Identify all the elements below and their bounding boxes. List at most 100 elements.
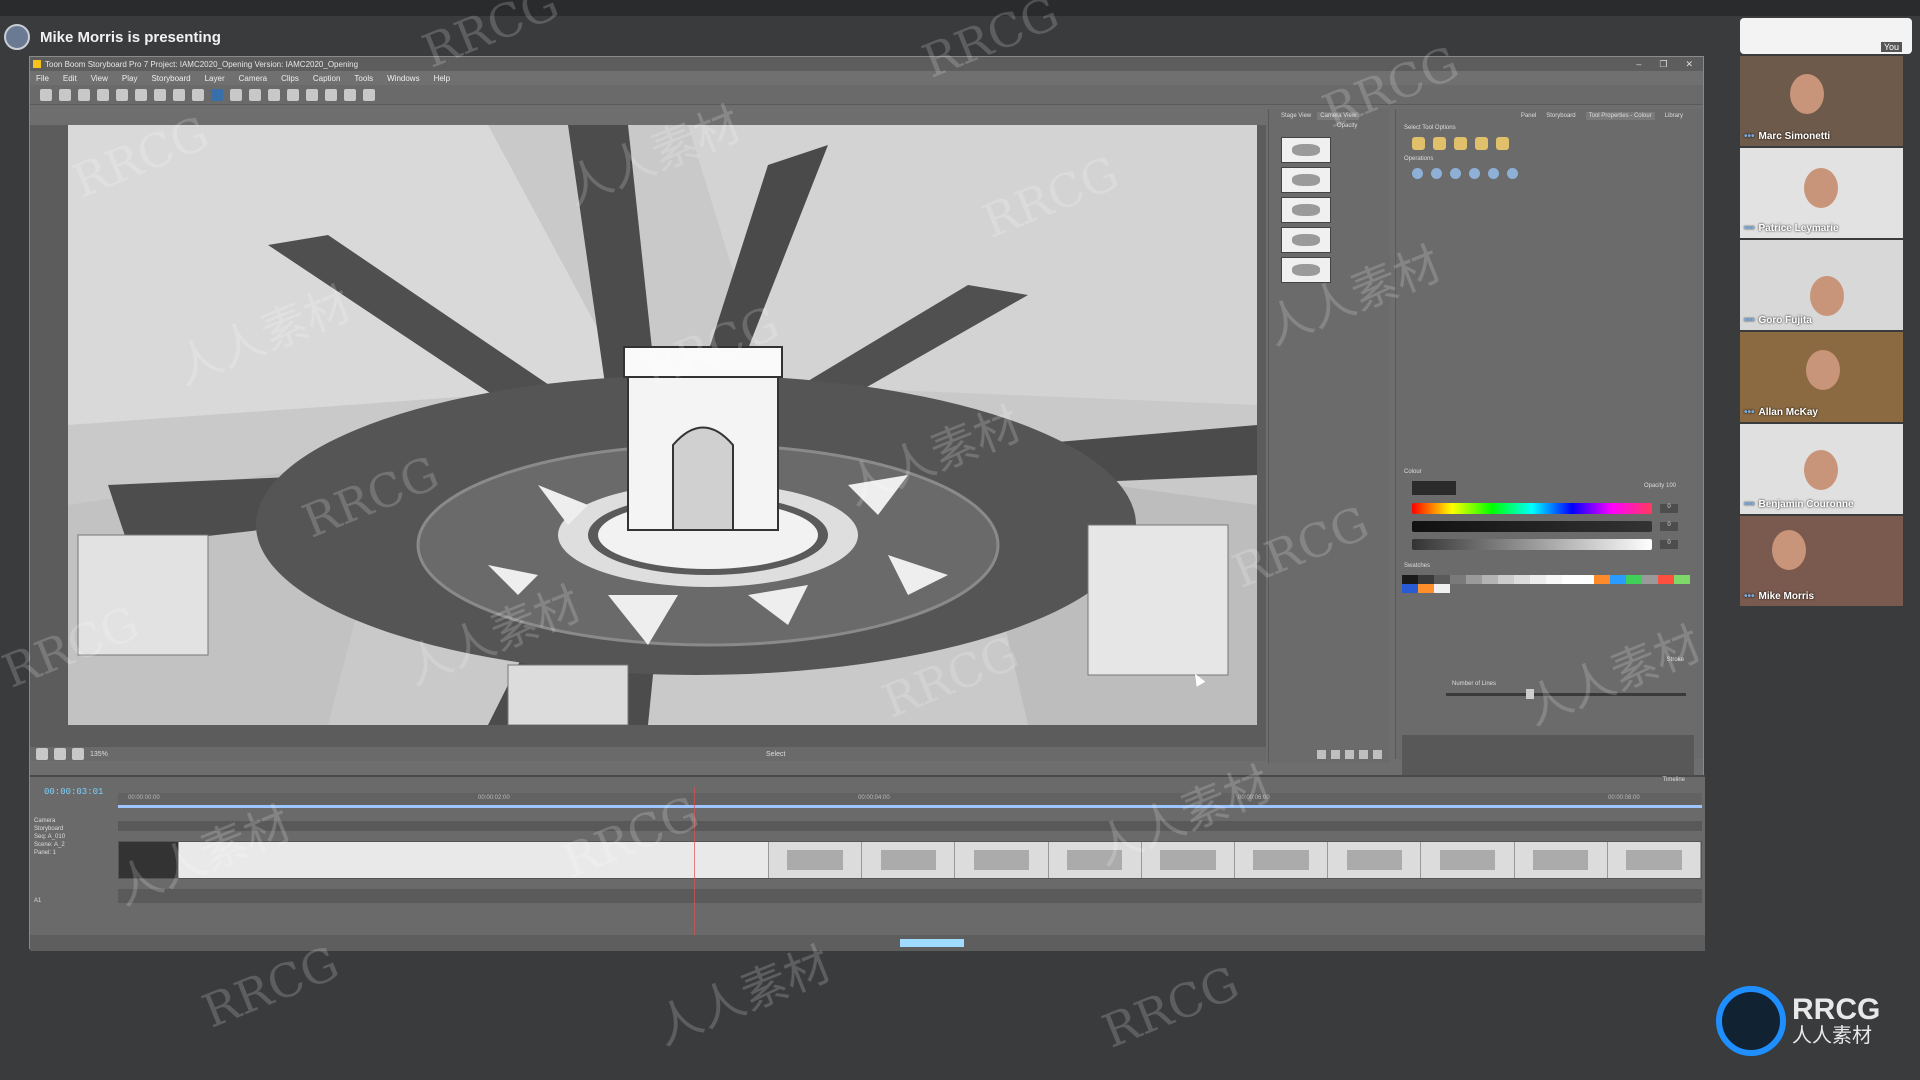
participant-tile[interactable]: ••• Marc Simonetti xyxy=(1740,56,1903,146)
participant-tile[interactable]: ••• Patrice Leymarie xyxy=(1740,148,1903,238)
colour-swatch[interactable] xyxy=(1418,575,1434,584)
storyboard-track[interactable] xyxy=(118,841,1702,879)
menu-layer[interactable]: Layer xyxy=(205,74,225,83)
snap-icon[interactable] xyxy=(1454,137,1467,150)
storyboard-panel[interactable] xyxy=(1235,842,1329,878)
timeline-ruler[interactable]: 00:00:00:00 00:00:02:00 00:00:04:00 00:0… xyxy=(118,793,1702,805)
colour-swatch[interactable] xyxy=(1482,575,1498,584)
slider-knob[interactable] xyxy=(1526,689,1534,699)
participant-tile[interactable]: ••• Benjamin Couronne xyxy=(1740,424,1903,514)
storyboard-panel[interactable] xyxy=(955,842,1049,878)
hue-slider[interactable] xyxy=(1412,503,1652,514)
colour-swatch[interactable] xyxy=(1530,575,1546,584)
participant-tile[interactable]: ••• Allan McKay xyxy=(1740,332,1903,422)
colour-swatch[interactable] xyxy=(1562,575,1578,584)
participant-tile[interactable]: ••• Goro Fujita xyxy=(1740,240,1903,330)
layer-thumbnail[interactable] xyxy=(1281,257,1331,283)
panel-view-icon[interactable] xyxy=(287,88,299,101)
hue-value[interactable]: 0 xyxy=(1660,504,1678,513)
storyboard-panel[interactable] xyxy=(1607,842,1702,878)
saturation-value[interactable]: 0 xyxy=(1660,522,1678,531)
colour-swatch[interactable] xyxy=(1658,575,1674,584)
participant-tile[interactable]: ••• Mike Morris xyxy=(1740,516,1903,606)
more-options-icon[interactable]: ••• xyxy=(1744,131,1755,142)
marquee-icon[interactable] xyxy=(1433,137,1446,150)
layer-thumbnail[interactable] xyxy=(1281,137,1331,163)
colour-swatch[interactable] xyxy=(1418,584,1434,593)
transform-icon[interactable] xyxy=(116,88,128,101)
menu-windows[interactable]: Windows xyxy=(387,74,419,83)
colour-swatch[interactable] xyxy=(1498,575,1514,584)
current-colour-swatch[interactable] xyxy=(1412,481,1456,495)
menu-storyboard[interactable]: Storyboard xyxy=(151,74,190,83)
saturation-slider[interactable] xyxy=(1412,521,1652,532)
stroke-tab[interactable]: Stroke xyxy=(1396,655,1704,665)
select-all-icon[interactable] xyxy=(1475,137,1488,150)
menu-tools[interactable]: Tools xyxy=(354,74,373,83)
colour-swatch[interactable] xyxy=(1610,575,1626,584)
rotate-cw-icon[interactable] xyxy=(1450,168,1461,179)
close-button[interactable]: ✕ xyxy=(1685,59,1693,70)
storyboard-panel[interactable] xyxy=(1141,842,1236,878)
minimize-button[interactable]: – xyxy=(1636,59,1641,70)
camera-track[interactable] xyxy=(118,821,1702,831)
colour-swatch[interactable] xyxy=(1594,575,1610,584)
colour-swatch[interactable] xyxy=(1578,575,1594,584)
brush-tool-icon[interactable] xyxy=(211,88,223,101)
stage-view[interactable] xyxy=(30,125,1266,747)
more-options-icon[interactable]: ••• xyxy=(1744,315,1755,326)
more-options-icon[interactable]: ••• xyxy=(1744,223,1755,234)
storyboard-panel[interactable] xyxy=(1421,842,1515,878)
tab-tool-properties[interactable]: Tool Properties - Colour xyxy=(1585,112,1655,120)
colour-swatch[interactable] xyxy=(1434,584,1450,593)
tab-panel[interactable]: Panel xyxy=(1521,113,1536,119)
group-layer-icon[interactable] xyxy=(1345,750,1354,759)
colour-swatch[interactable] xyxy=(1626,575,1642,584)
flip-vertical-icon[interactable] xyxy=(1431,168,1442,179)
stage-view-icon[interactable] xyxy=(306,88,318,101)
tab-storyboard[interactable]: Storyboard xyxy=(1546,113,1575,119)
colour-swatch[interactable] xyxy=(1402,575,1418,584)
tab-library[interactable]: Library xyxy=(1665,113,1683,119)
menu-caption[interactable]: Caption xyxy=(313,74,341,83)
colour-swatch[interactable] xyxy=(1546,575,1562,584)
camera-view-icon[interactable] xyxy=(325,88,337,101)
camera-tool-icon[interactable] xyxy=(154,88,166,101)
more-options-icon[interactable]: ••• xyxy=(1744,499,1755,510)
menu-camera[interactable]: Camera xyxy=(239,74,267,83)
export-icon[interactable] xyxy=(97,88,109,101)
colour-swatch[interactable] xyxy=(1402,584,1418,593)
menu-clips[interactable]: Clips xyxy=(281,74,299,83)
more-options-icon[interactable]: ••• xyxy=(1744,591,1755,602)
more-options-icon[interactable]: ••• xyxy=(1744,407,1755,418)
add-layer-icon[interactable] xyxy=(1317,750,1326,759)
storyboard-panel[interactable] xyxy=(119,842,179,878)
delete-layer-icon[interactable] xyxy=(1373,750,1382,759)
smooth-icon[interactable] xyxy=(1488,168,1499,179)
zoom-level[interactable]: 135% xyxy=(90,751,108,758)
colour-swatch[interactable] xyxy=(1642,575,1658,584)
layer-thumbnail[interactable] xyxy=(1281,227,1331,253)
timeline-tab[interactable]: Timeline xyxy=(30,777,1705,787)
timeline-scrollbar[interactable] xyxy=(900,939,964,947)
menu-file[interactable]: File xyxy=(36,74,49,83)
add-vector-layer-icon[interactable] xyxy=(1331,750,1340,759)
menu-help[interactable]: Help xyxy=(434,74,450,83)
new-project-icon[interactable] xyxy=(40,88,52,101)
line-tool-icon[interactable] xyxy=(192,88,204,101)
flatten-icon[interactable] xyxy=(1507,168,1518,179)
opacity-control[interactable]: Opacity 100 xyxy=(1644,483,1676,489)
split-view-icon[interactable] xyxy=(268,88,280,101)
record-icon[interactable] xyxy=(173,88,185,101)
zoom-in-icon[interactable] xyxy=(344,88,356,101)
tab-camera-view[interactable]: Camera View xyxy=(1317,112,1360,120)
colour-swatch[interactable] xyxy=(1674,575,1690,584)
storyboard-panel[interactable] xyxy=(862,842,956,878)
zoom-out-icon[interactable] xyxy=(363,88,375,101)
opacity-value[interactable]: 100 xyxy=(1666,483,1676,489)
onion-skin-icon[interactable] xyxy=(36,748,48,760)
storyboard-panel[interactable] xyxy=(1048,842,1142,878)
light-table-icon[interactable] xyxy=(54,748,66,760)
select-tool-icon[interactable] xyxy=(135,88,147,101)
colour-swatch[interactable] xyxy=(1514,575,1530,584)
